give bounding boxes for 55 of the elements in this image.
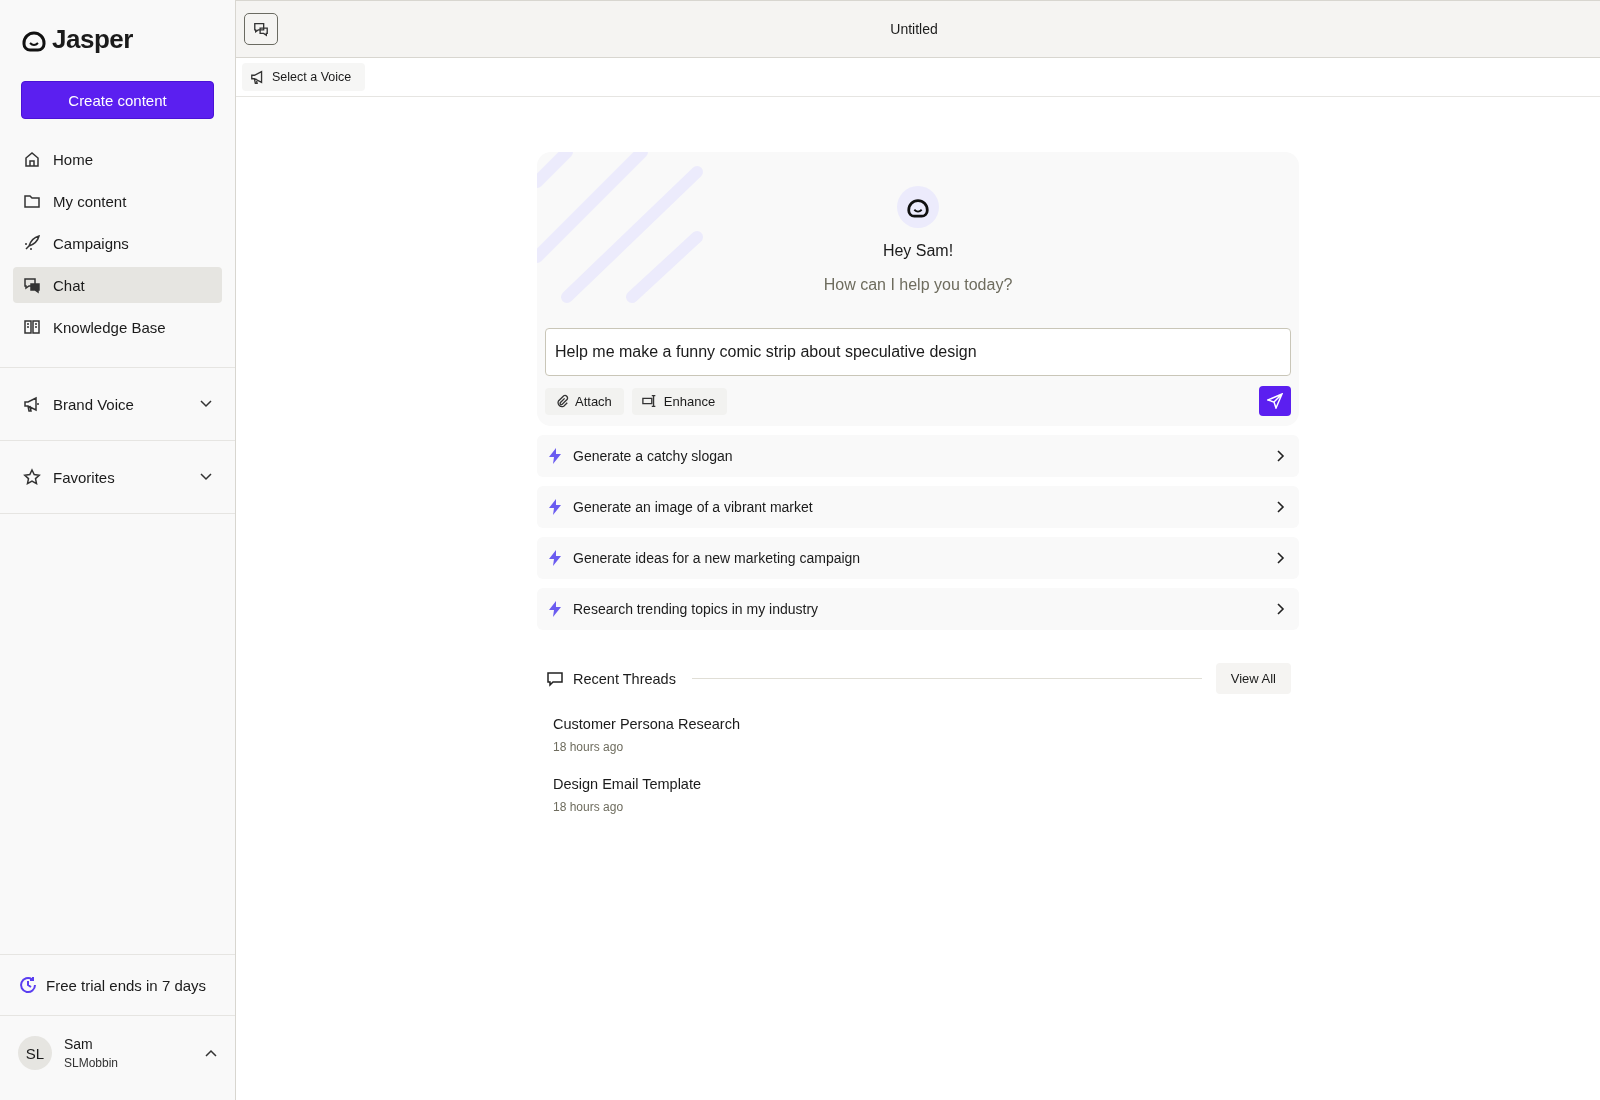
paperclip-icon xyxy=(555,394,569,408)
section-title: Recent Threads xyxy=(573,670,676,687)
greeting: Hey Sam! xyxy=(882,242,954,260)
suggestion-item[interactable]: Generate an image of a vibrant market xyxy=(537,486,1299,528)
nav-icon xyxy=(23,395,41,413)
select-voice-button[interactable]: Select a Voice xyxy=(242,63,366,91)
nav-icon xyxy=(23,276,41,294)
suggestion-item[interactable]: Research trending topics in my industry xyxy=(537,588,1299,630)
sidebar-section-toggle[interactable]: Brand Voice xyxy=(13,386,222,422)
nav-icon xyxy=(23,192,41,210)
sidebar-item[interactable]: Campaigns xyxy=(13,225,222,261)
prompt-input-field[interactable]: Help me make a funny comic strip about speculative design xyxy=(545,328,1291,376)
trial-notice: Free trial ends in 7 days xyxy=(46,976,207,994)
sidebar-item[interactable]: Knowledge Base xyxy=(13,309,222,345)
nav-icon xyxy=(23,468,41,486)
thread-time: 18 hours ago xyxy=(553,740,624,754)
suggestion-item[interactable]: Generate ideas for a new marketing campaign xyxy=(537,537,1299,579)
suggestion-item[interactable]: Generate a catchy slogan xyxy=(537,435,1299,477)
chevron-right-icon xyxy=(1277,450,1285,462)
chevron-right-icon xyxy=(1277,552,1285,564)
sidebar-item[interactable]: My content xyxy=(13,183,222,219)
sidebar-item[interactable]: Home xyxy=(13,141,222,177)
comment-icon xyxy=(547,670,563,687)
document-title: Untitled xyxy=(889,21,939,37)
avatar: SL xyxy=(18,1036,52,1070)
send-button[interactable] xyxy=(1259,386,1291,416)
thread-title[interactable]: Customer Persona Research xyxy=(553,716,740,732)
chat-bubbles-icon xyxy=(253,21,269,37)
thread-title[interactable]: Design Email Template xyxy=(553,776,702,792)
enhance-icon xyxy=(641,394,658,408)
chevron-right-icon xyxy=(1277,603,1285,615)
user-name: Sam xyxy=(64,1036,94,1052)
user-menu[interactable]: SL Sam SLMobbin xyxy=(0,1016,235,1100)
create-content-button[interactable]: Create content xyxy=(21,81,214,119)
nav-icon xyxy=(23,318,41,336)
view-all-button[interactable]: View All xyxy=(1215,663,1291,694)
nav-icon xyxy=(23,234,41,252)
sidebar-section-toggle[interactable]: Favorites xyxy=(13,459,222,495)
chevron-right-icon xyxy=(1277,501,1285,513)
nav-icon xyxy=(23,150,41,168)
bot-avatar xyxy=(897,186,939,228)
send-icon xyxy=(1267,393,1283,409)
lightning-icon xyxy=(549,601,561,617)
lightning-icon xyxy=(549,448,561,464)
chat-toggle-button[interactable] xyxy=(244,13,278,45)
subtitle: How can I help you today? xyxy=(823,276,1013,294)
lightning-icon xyxy=(549,499,561,515)
lightning-icon xyxy=(549,550,561,566)
attach-button[interactable]: Attach xyxy=(545,387,624,415)
thread-time: 18 hours ago xyxy=(553,800,624,814)
enhance-button[interactable]: Enhance xyxy=(631,387,728,415)
logo-text: Jasper xyxy=(52,24,133,55)
sidebar-item[interactable]: Chat xyxy=(13,267,222,303)
clock-icon xyxy=(18,975,38,995)
workspace-name: SLMobbin xyxy=(64,1056,120,1070)
